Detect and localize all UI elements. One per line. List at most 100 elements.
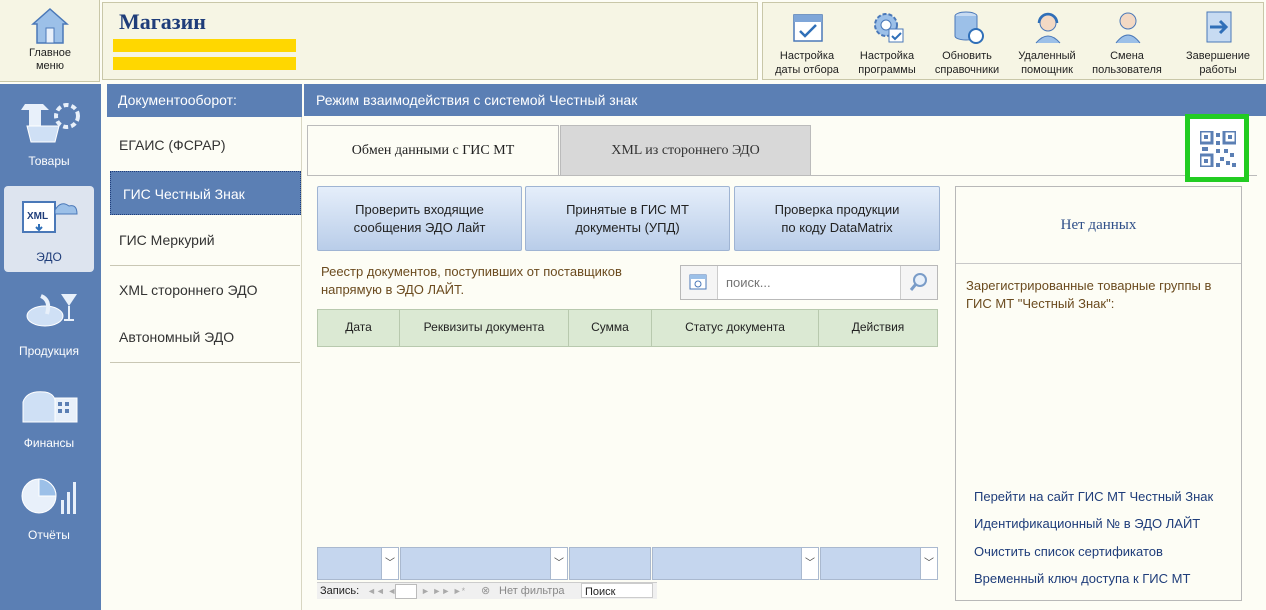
- chevron-down-icon[interactable]: ﹀: [381, 548, 398, 579]
- sidebar-item-goods[interactable]: Товары: [4, 90, 94, 176]
- tab-xml-external-edo[interactable]: XML из стороннего ЭДО: [560, 125, 811, 175]
- column-header-sum[interactable]: Сумма: [569, 310, 652, 346]
- link-edo-lite-id[interactable]: Идентификационный № в ЭДО ЛАЙТ: [974, 516, 1200, 531]
- filter-requisites[interactable]: ﹀: [400, 547, 568, 580]
- remote-assistant-button[interactable]: Удаленный помощник: [1007, 5, 1087, 79]
- column-header-actions[interactable]: Действия: [819, 310, 937, 346]
- check-incoming-edo-button[interactable]: Проверить входящие сообщения ЭДО Лайт: [317, 186, 522, 251]
- products-icon: [26, 294, 77, 327]
- filter-date[interactable]: ﹀: [317, 547, 399, 580]
- column-header-date[interactable]: Дата: [318, 310, 400, 346]
- toolbar-label: работы: [1199, 64, 1237, 76]
- page-title: Магазин: [119, 9, 206, 34]
- settings-icon: [874, 13, 904, 43]
- toolbar-label: даты отбора: [775, 64, 839, 76]
- column-header-requisites[interactable]: Реквизиты документа: [400, 310, 569, 346]
- toolbar-label: Смена: [1110, 50, 1144, 62]
- doc-item-mercury[interactable]: ГИС Меркурий: [107, 217, 300, 263]
- document-flow-panel: Документооборот: ЕГАИС (ФСРАР) ГИС Честн…: [104, 84, 302, 610]
- goods-icon: [21, 103, 80, 143]
- tab-divider: [307, 175, 1257, 176]
- search-button[interactable]: [900, 266, 937, 299]
- datamatrix-check-button[interactable]: Проверка продукции по коду DataMatrix: [734, 186, 940, 251]
- record-nav-next[interactable]: ► ►► ►*: [421, 583, 465, 599]
- headset-icon: [1035, 12, 1061, 44]
- chevron-down-icon[interactable]: ﹀: [801, 548, 818, 579]
- doc-panel-heading: Документооборот:: [107, 84, 302, 117]
- main-heading: Режим взаимодействия с системой Честный …: [304, 84, 1266, 116]
- chevron-down-icon[interactable]: ﹀: [550, 548, 567, 579]
- sidebar-item-reports[interactable]: Отчёты: [4, 464, 94, 550]
- toolbar-label: пользователя: [1092, 64, 1162, 76]
- search-box: [680, 265, 938, 300]
- doc-item-xml-edo[interactable]: XML стороннего ЭДО: [107, 267, 300, 313]
- sidebar-item-finance[interactable]: Финансы: [4, 372, 94, 458]
- filter-actions[interactable]: ﹀: [820, 547, 938, 580]
- record-number-input[interactable]: [395, 584, 417, 599]
- link-gis-mt-site[interactable]: Перейти на сайт ГИС МТ Честный Знак: [974, 489, 1213, 504]
- accepted-upd-documents-button[interactable]: Принятые в ГИС МТ документы (УПД): [525, 186, 730, 251]
- finance-icon: [22, 391, 78, 423]
- chevron-down-icon[interactable]: ﹀: [920, 548, 937, 579]
- user-switch-icon: [1115, 12, 1141, 44]
- refresh-references-button[interactable]: Обновить справочники: [927, 5, 1007, 79]
- switch-user-button[interactable]: Смена пользователя: [1087, 5, 1167, 79]
- exit-icon: [1206, 11, 1232, 43]
- registry-label: Реестр документов, поступивших от постав…: [321, 264, 622, 297]
- table-filter-row: ﹀ ﹀ ﹀ ﹀: [317, 547, 938, 580]
- sidebar-label: ЭДО: [36, 250, 62, 264]
- search-icon: [909, 273, 927, 291]
- sidebar-item-products[interactable]: Продукция: [4, 280, 94, 366]
- toolbar-label: Настройка: [779, 50, 835, 62]
- database-refresh-icon: [954, 11, 984, 44]
- no-data-label: Нет данных: [956, 187, 1241, 264]
- toolbar-label: Обновить: [942, 50, 992, 62]
- toolbar-label: помощник: [1021, 64, 1073, 76]
- filter-status[interactable]: ﹀: [652, 547, 819, 580]
- redacted-bar: [113, 39, 296, 52]
- qr-code-icon: [1200, 131, 1236, 167]
- search-date-button[interactable]: [681, 266, 718, 299]
- toolbar: Настройка даты отбора Настройка программы …: [762, 2, 1264, 80]
- info-side-panel: Нет данных Зарегистрированные товарные г…: [955, 186, 1242, 601]
- link-clear-certificates[interactable]: Очистить список сертификатов: [974, 544, 1163, 559]
- documents-table-header: Дата Реквизиты документа Сумма Статус до…: [317, 309, 938, 347]
- qr-code-button[interactable]: [1185, 114, 1249, 182]
- home-menu-button[interactable]: Главное меню: [0, 0, 100, 82]
- doc-item-autonomous-edo[interactable]: Автономный ЭДО: [107, 314, 300, 360]
- toolbar-label: справочники: [934, 64, 1000, 76]
- sidebar-label: Товары: [28, 154, 70, 168]
- record-nav-prev[interactable]: ◄◄ ◄: [367, 583, 396, 599]
- toolbar-label: Завершение: [1186, 50, 1250, 62]
- redacted-bar: [113, 57, 296, 70]
- column-header-status[interactable]: Статус документа: [652, 310, 819, 346]
- toolbar-label: Удаленный: [1018, 50, 1076, 62]
- toolbar-label: программы: [858, 64, 916, 76]
- filter-funnel-icon: ⊗: [481, 585, 491, 597]
- main-sidebar: Товары XML ЭДО Продукция Финансы Отчёты: [0, 84, 101, 610]
- edo-xml-icon: XML: [22, 201, 78, 233]
- sidebar-label: Отчёты: [28, 528, 70, 542]
- reports-icon: [21, 478, 76, 514]
- filter-sum[interactable]: [569, 547, 651, 580]
- calendar-icon: [793, 14, 823, 42]
- record-search-input[interactable]: Поиск: [581, 583, 653, 598]
- exit-button[interactable]: Завершение работы: [1178, 5, 1258, 79]
- home-icon: [31, 7, 69, 44]
- no-filter-label[interactable]: Нет фильтра: [499, 583, 565, 599]
- calendar-clock-icon: [689, 274, 707, 290]
- divider: [110, 362, 300, 363]
- divider: [110, 265, 300, 266]
- doc-item-chestny-znak[interactable]: ГИС Честный Знак: [110, 171, 301, 215]
- store-header: Магазин: [102, 2, 758, 80]
- link-temp-access-key[interactable]: Временный ключ доступа к ГИС МТ: [974, 571, 1190, 586]
- sidebar-label: Финансы: [23, 436, 75, 450]
- sidebar-item-edo[interactable]: XML ЭДО: [4, 186, 94, 272]
- date-filter-settings-button[interactable]: Настройка даты отбора: [767, 5, 847, 79]
- doc-item-egais[interactable]: ЕГАИС (ФСРАР): [107, 122, 300, 168]
- record-navigation-bar: Запись: ◄◄ ◄ ► ►► ►* ⊗ Нет фильтра Поиск: [317, 582, 657, 599]
- program-settings-button[interactable]: Настройка программы: [847, 5, 927, 79]
- svg-text:XML: XML: [27, 211, 48, 222]
- tab-gis-mt-exchange[interactable]: Обмен данными с ГИС МТ: [307, 125, 559, 176]
- search-input[interactable]: [718, 266, 901, 299]
